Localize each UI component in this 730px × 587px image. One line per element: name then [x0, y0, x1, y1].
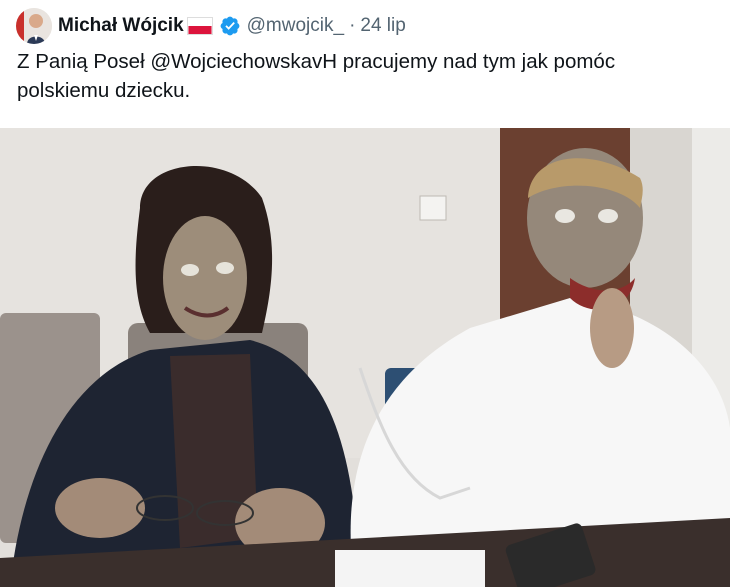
wall-switch	[419, 195, 447, 221]
author-row: Michał Wójcik @mwojcik_ · 24 lip	[58, 13, 406, 39]
poland-flag-icon	[186, 17, 213, 35]
tweet-text: Z Panią Poseł @WojciechowskavH pracujemy…	[17, 50, 616, 102]
verified-badge-icon[interactable]	[219, 15, 241, 37]
tweet-photo[interactable]	[0, 128, 730, 587]
woman-face	[163, 216, 247, 340]
tweet-header: Michał Wójcik @mwojcik_ · 24 lip Z Panią…	[0, 0, 730, 128]
author-avatar[interactable]	[16, 8, 52, 44]
separator-dot: ·	[349, 15, 356, 36]
avatar-image	[16, 8, 52, 44]
author-name[interactable]: Michał Wójcik	[58, 15, 184, 37]
author-handle[interactable]: @mwojcik_	[247, 15, 344, 37]
tweet-date[interactable]: 24 lip	[360, 15, 405, 37]
